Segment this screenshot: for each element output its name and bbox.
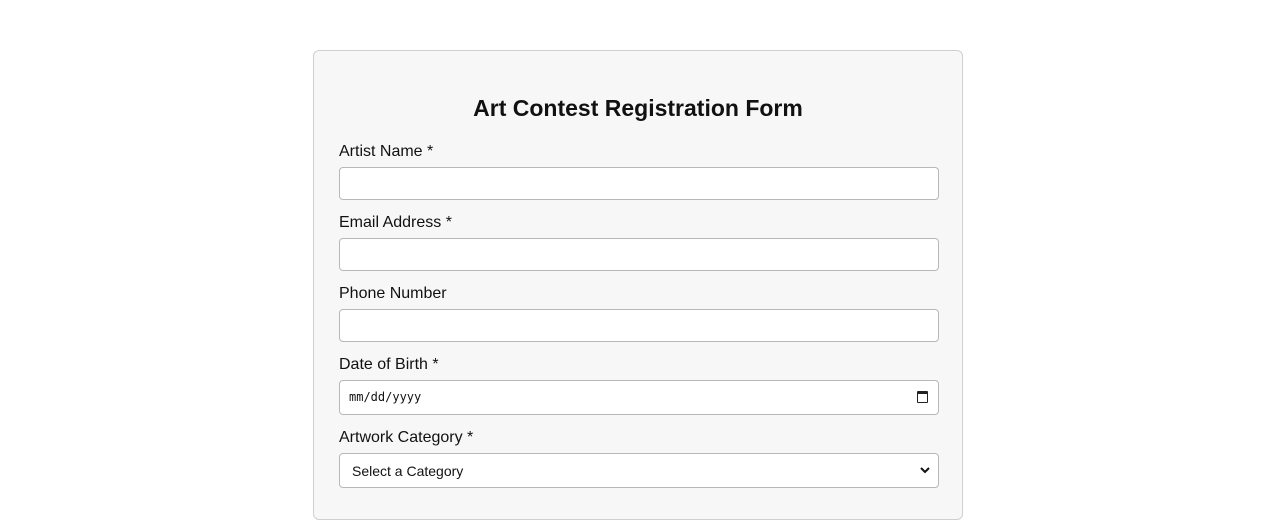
artwork-category-label: Artwork Category * (339, 429, 474, 446)
phone-input[interactable] (339, 309, 939, 342)
email-label: Email Address * (339, 214, 452, 231)
artwork-category-select[interactable]: Select a Category (339, 453, 939, 488)
dob-placeholder: mm/dd/yyyy (349, 390, 422, 404)
phone-label: Phone Number (339, 285, 447, 302)
registration-form-card: Art Contest Registration Form Artist Nam… (313, 50, 963, 520)
chevron-down-icon (920, 467, 930, 474)
calendar-icon[interactable] (917, 391, 928, 403)
artist-name-input[interactable] (339, 167, 939, 200)
dob-label: Date of Birth * (339, 356, 439, 373)
form-title: Art Contest Registration Form (473, 95, 803, 121)
artist-name-label: Artist Name * (339, 143, 434, 160)
email-input[interactable] (339, 238, 939, 271)
artwork-category-selected: Select a Category (352, 463, 464, 479)
dob-input[interactable]: mm/dd/yyyy (339, 380, 939, 415)
